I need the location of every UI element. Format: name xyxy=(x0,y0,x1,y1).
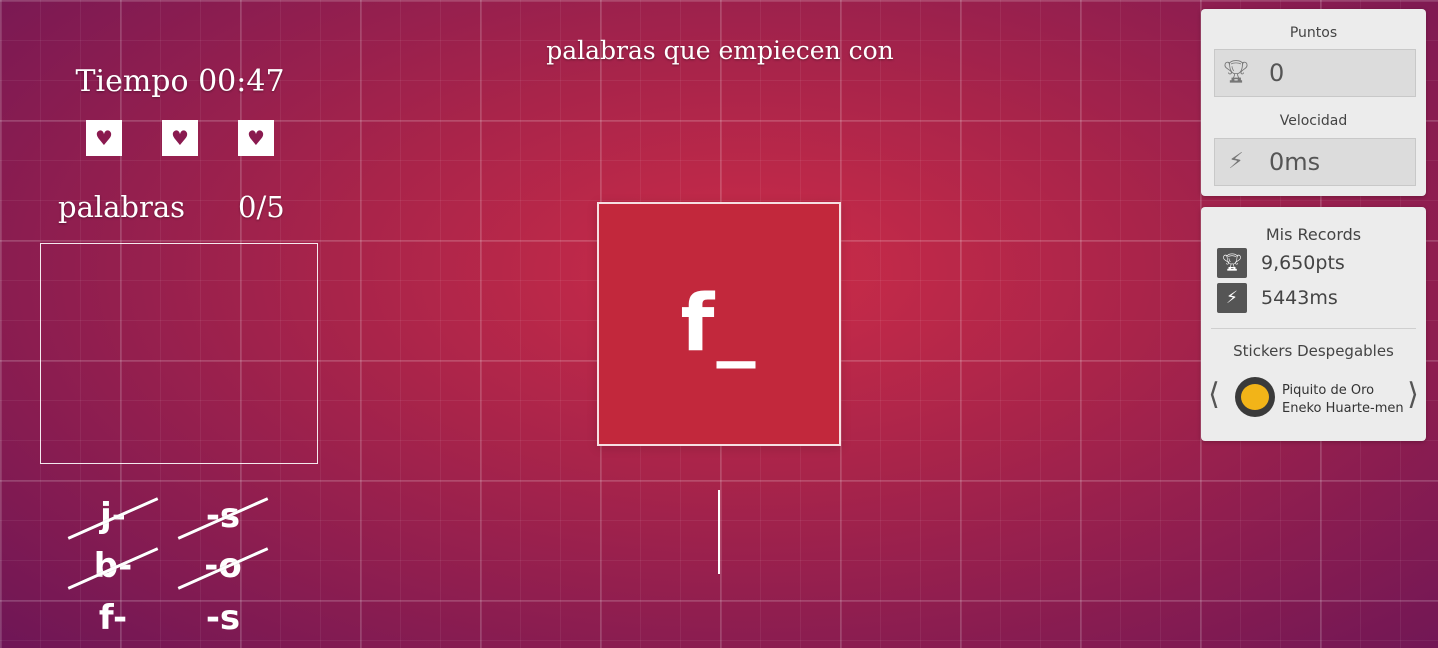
life-heart-3: ♥ xyxy=(238,120,274,156)
sticker-name[interactable]: Piquito de Oro xyxy=(1282,383,1374,398)
points-title: Puntos xyxy=(1289,25,1338,41)
speed-value: 0ms xyxy=(1269,148,1321,176)
found-words-list xyxy=(40,243,318,464)
record-speed-value: 5443ms xyxy=(1261,287,1338,309)
sticker-next-arrow[interactable]: ⟩ xyxy=(1406,377,1420,412)
hint-suffix-3: -s xyxy=(205,598,241,638)
sticker-prev-arrow[interactable]: ⟨ xyxy=(1207,377,1221,412)
points-value: 0 xyxy=(1269,59,1285,87)
letter-card-text: f_ xyxy=(680,279,758,369)
hint-suffix-1: -s xyxy=(168,496,278,536)
stats-panel: Puntos 🏆︎ 0 Velocidad ⚡︎ 0ms xyxy=(1201,9,1426,196)
speed-box: ⚡︎ 0ms xyxy=(1214,138,1416,186)
heart-icon: ♥ xyxy=(171,126,189,150)
hint-suffix-2: -o xyxy=(168,546,278,586)
lightning-icon: ⚡︎ xyxy=(1217,283,1247,313)
words-label: palabras xyxy=(58,190,186,224)
records-title: Mis Records xyxy=(1265,225,1362,244)
points-box: 🏆︎ 0 xyxy=(1214,49,1416,97)
letter-card: f_ xyxy=(597,202,841,446)
sticker-avatar[interactable] xyxy=(1235,377,1275,417)
stickers-title: Stickers Despegables xyxy=(1233,342,1394,360)
hint-prefix-2: b- xyxy=(58,546,168,586)
heart-icon: ♥ xyxy=(247,126,265,150)
words-count: 0/5 xyxy=(238,190,285,224)
lightning-icon: ⚡︎ xyxy=(1228,149,1244,174)
hint-prefix-3: f- xyxy=(98,598,128,638)
records-panel: Mis Records 🏆︎ 9,650pts ⚡︎ 5443ms Sticke… xyxy=(1201,207,1426,441)
timer-text: Tiempo 00:47 xyxy=(75,64,285,99)
life-heart-1: ♥ xyxy=(86,120,122,156)
trophy-icon: 🏆︎ xyxy=(1222,60,1250,85)
text-cursor[interactable] xyxy=(718,490,720,574)
hint-prefix-1: j- xyxy=(58,496,168,536)
prompt-text: palabras que empiecen con xyxy=(546,36,894,65)
record-points-value: 9,650pts xyxy=(1261,252,1345,274)
heart-icon: ♥ xyxy=(95,126,113,150)
speed-title: Velocidad xyxy=(1279,113,1348,129)
trophy-icon: 🏆︎ xyxy=(1217,248,1247,278)
sticker-author[interactable]: Eneko Huarte-men xyxy=(1282,401,1404,416)
life-heart-2: ♥ xyxy=(162,120,198,156)
divider xyxy=(1211,328,1416,329)
